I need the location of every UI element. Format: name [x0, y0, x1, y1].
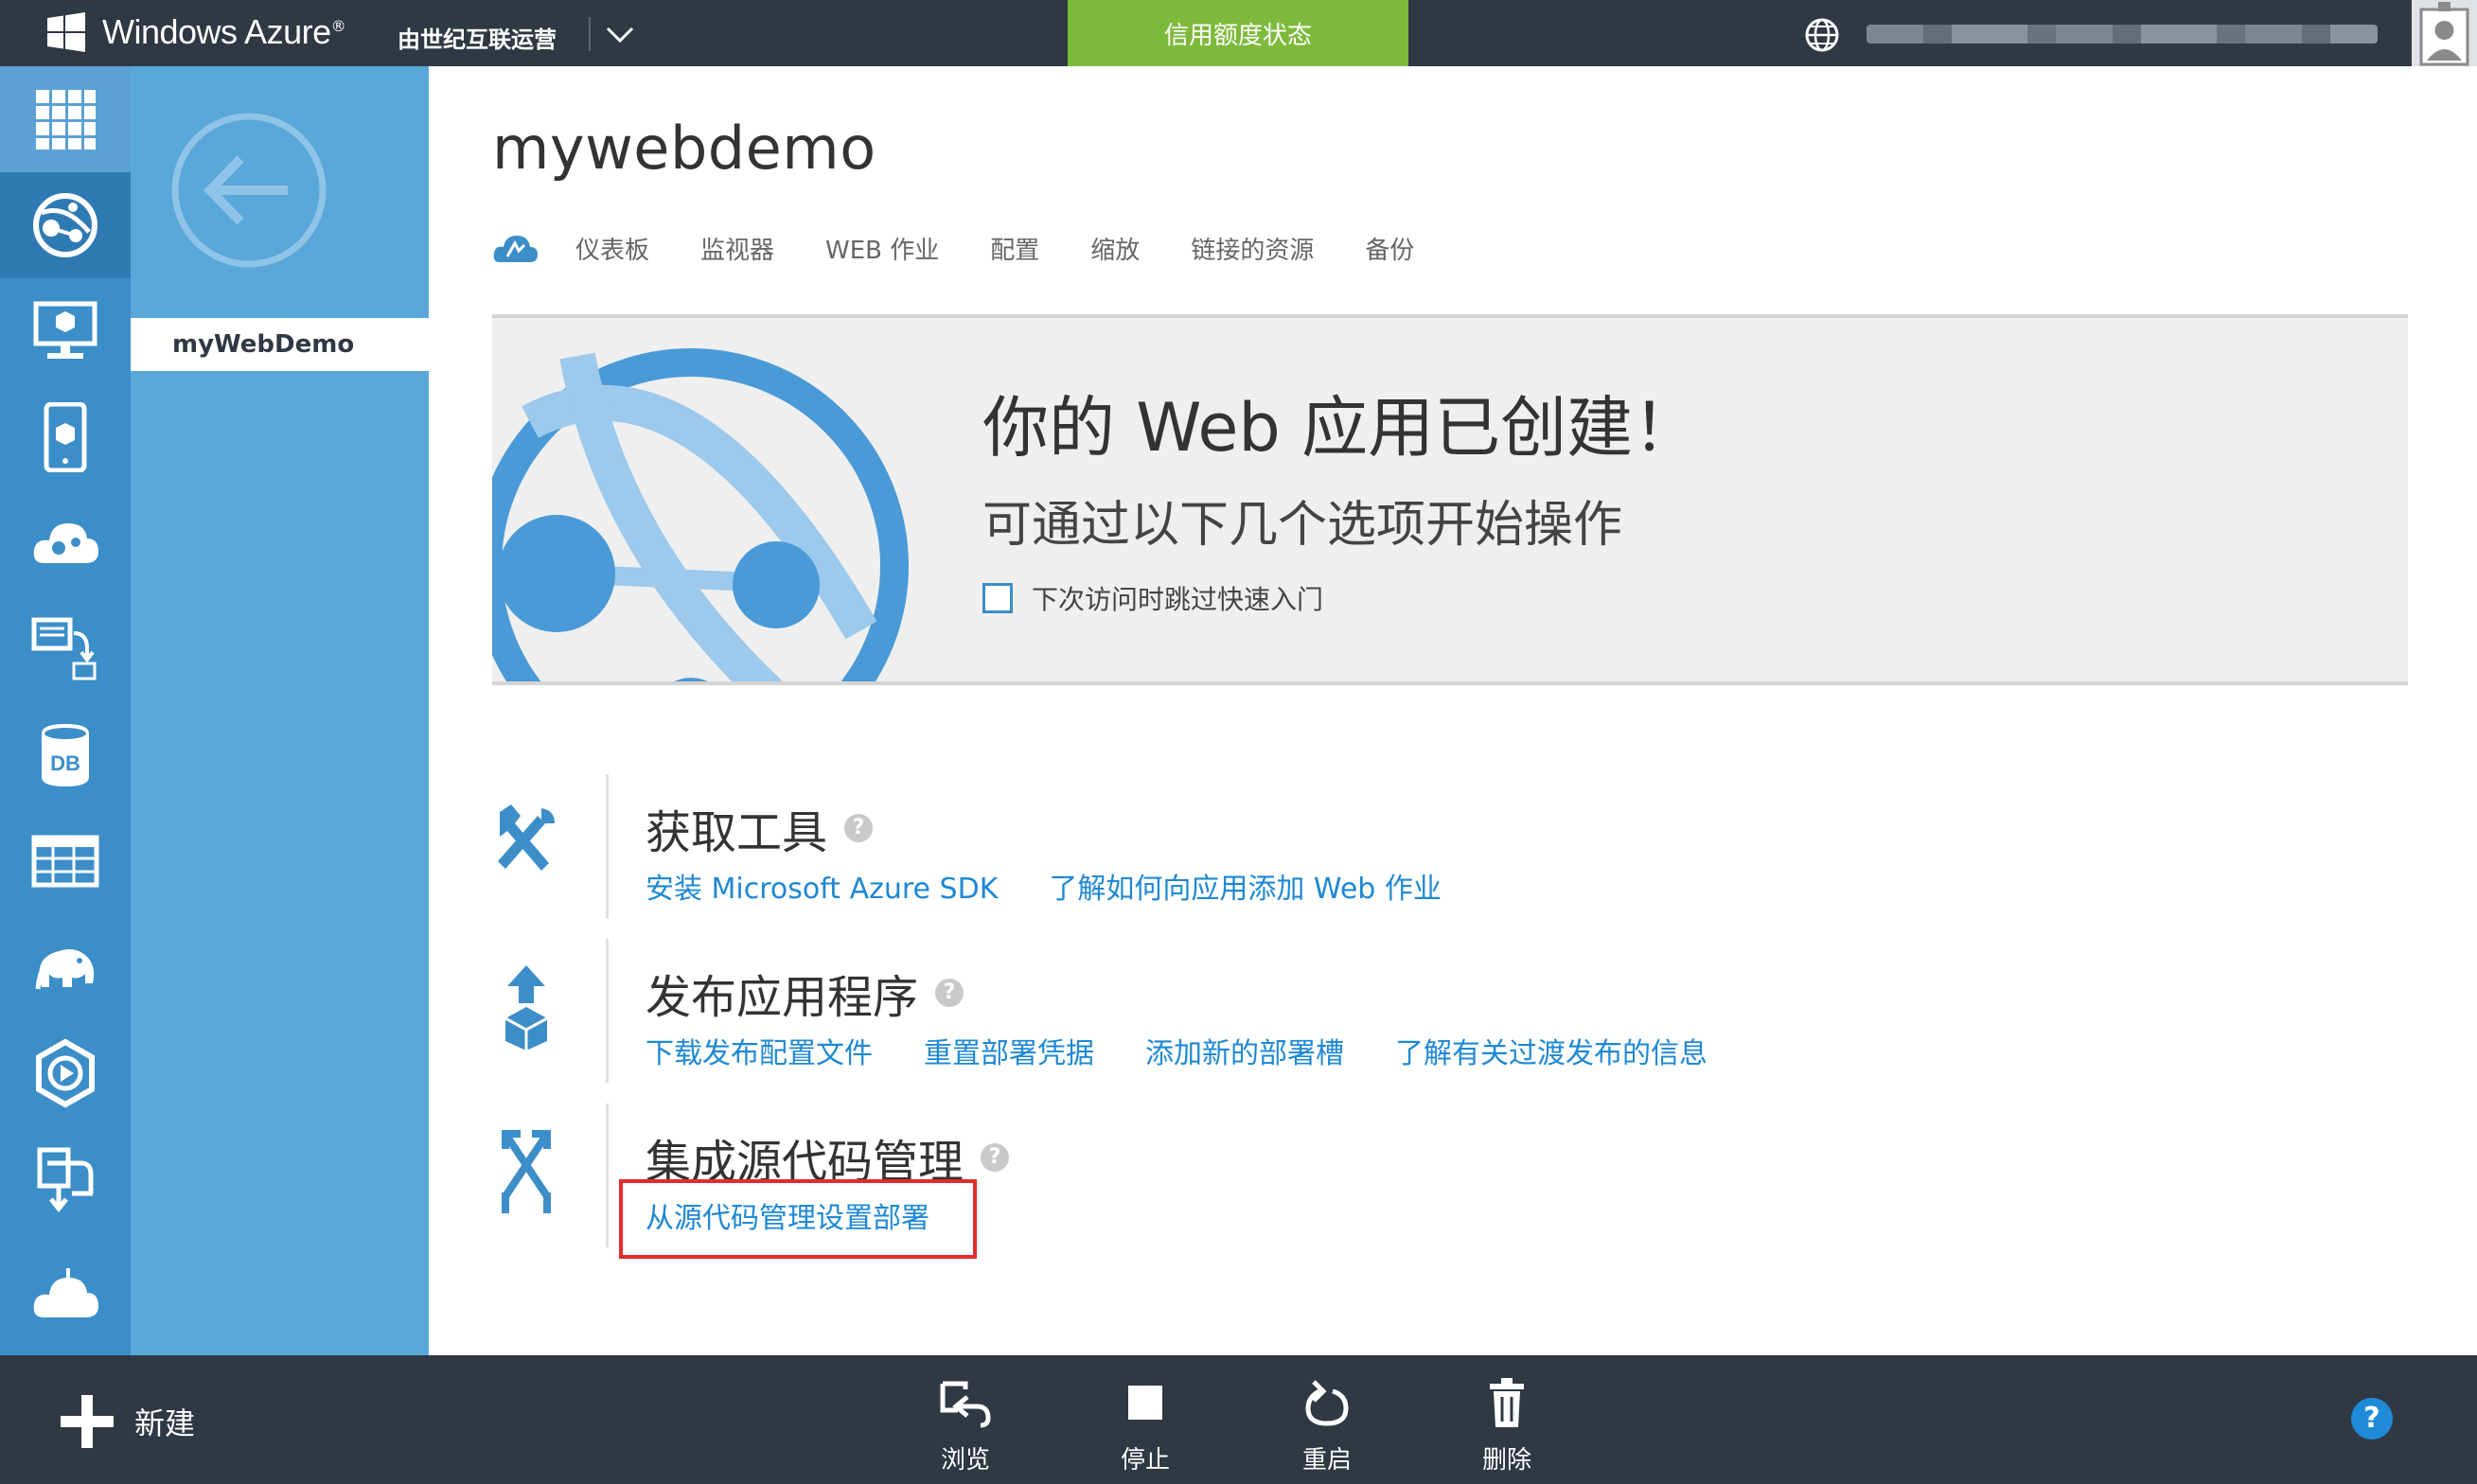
tab-configure[interactable]: 配置 — [990, 231, 1039, 266]
skip-quickstart-label: 下次访问时跳过快速入门 — [1032, 584, 1324, 615]
section-title-text: 发布应用程序 — [646, 971, 919, 1024]
nav-hdinsight[interactable] — [0, 914, 131, 1020]
reset-deployment-credentials-link[interactable]: 重置部署凭据 — [924, 1030, 1094, 1071]
windows-logo-icon — [47, 12, 85, 52]
sql-database-icon: DB — [42, 724, 89, 786]
storage-table-icon — [31, 835, 99, 888]
tab-scale[interactable]: 缩放 — [1090, 231, 1140, 266]
credit-status-button[interactable]: 信用额度状态 — [1068, 0, 1408, 66]
subnav-item-mywebdemo[interactable]: myWebDemo — [131, 318, 429, 371]
section-links: 下载发布配置文件 重置部署凭据 添加新的部署槽 了解有关过渡发布的信息 — [646, 1030, 1759, 1071]
cloud-settings-icon — [33, 1268, 98, 1317]
nav-all-items[interactable] — [0, 66, 131, 172]
tab-linked-resources[interactable]: 链接的资源 — [1191, 231, 1314, 266]
stop-icon — [1128, 1386, 1162, 1420]
command-bar: 新建 浏览 停止 重启 删除 ? — [0, 1355, 2477, 1484]
tools-icon — [498, 804, 555, 871]
help-icon[interactable]: ? — [844, 814, 874, 842]
skip-quickstart-checkbox[interactable] — [982, 583, 1013, 613]
restart-icon — [1305, 1380, 1349, 1426]
new-button[interactable]: 新建 — [59, 1393, 195, 1450]
page-title: mywebdemo — [492, 114, 876, 183]
nav-sql-database[interactable]: DB — [0, 702, 131, 808]
svg-text:DB: DB — [50, 751, 80, 775]
operator-label: 由世纪互联运营 — [398, 26, 557, 53]
browse-icon — [940, 1381, 991, 1428]
download-publish-profile-link[interactable]: 下载发布配置文件 — [646, 1030, 873, 1071]
back-arrow-icon[interactable] — [170, 112, 327, 269]
add-deployment-slot-link[interactable]: 添加新的部署槽 — [1145, 1030, 1344, 1071]
section-get-tools: 获取工具 ? 安装 Microsoft Azure SDK 了解如何向应用添加 … — [492, 774, 2385, 918]
nav-batch[interactable] — [0, 596, 131, 702]
stop-button[interactable]: 停止 — [1088, 1376, 1202, 1475]
windows-azure-logo[interactable]: Windows Azure ® — [45, 11, 346, 53]
section-publish-app: 发布应用程序 ? 下载发布配置文件 重置部署凭据 添加新的部署槽 了解有关过渡发… — [492, 939, 2385, 1083]
help-icon[interactable]: ? — [935, 979, 964, 1007]
avatar[interactable] — [2412, 0, 2477, 66]
batch-jobs-icon — [31, 617, 97, 680]
stop-label: 停止 — [1120, 1446, 1170, 1475]
quickstart-cloud-icon[interactable] — [492, 232, 538, 266]
hdinsight-elephant-icon — [35, 949, 95, 990]
nav-recovery[interactable] — [0, 1126, 131, 1232]
nav-mobile-services[interactable] — [0, 384, 131, 490]
recovery-services-icon — [37, 1147, 94, 1213]
web-app-globe-icon — [492, 348, 909, 681]
nav-media-services[interactable] — [0, 1020, 131, 1126]
section-divider — [606, 1104, 609, 1247]
section-divider — [606, 774, 609, 918]
tab-monitor[interactable]: 监视器 — [700, 231, 774, 266]
hero-subtitle: 可通过以下几个选项开始操作 — [982, 497, 1623, 554]
browse-label: 浏览 — [940, 1446, 990, 1475]
left-nav: DB — [0, 66, 131, 1355]
add-webjob-link[interactable]: 了解如何向应用添加 Web 作业 — [1049, 865, 1441, 907]
section-title: 发布应用程序 ? — [646, 960, 964, 1026]
top-bar: Windows Azure ® 由世纪互联运营 信用额度状态 — [0, 0, 2477, 66]
all-items-grid-icon — [36, 90, 96, 150]
highlight-box — [619, 1179, 977, 1259]
tab-dashboard[interactable]: 仪表板 — [575, 231, 649, 266]
delete-label: 删除 — [1481, 1446, 1531, 1475]
help-button[interactable]: ? — [2351, 1398, 2393, 1440]
help-icon[interactable]: ? — [981, 1143, 1010, 1172]
quickstart-hero: 你的 Web 应用已创建！ 可通过以下几个选项开始操作 下次访问时跳过快速入门 — [492, 314, 2408, 685]
chevron-down-icon[interactable] — [604, 21, 636, 47]
mobile-services-icon — [44, 402, 87, 472]
media-services-icon — [36, 1038, 95, 1108]
section-links: 安装 Microsoft Azure SDK 了解如何向应用添加 Web 作业 — [646, 865, 1493, 907]
tab-webjobs[interactable]: WEB 作业 — [825, 231, 939, 266]
publish-icon — [504, 965, 548, 1051]
web-apps-icon — [33, 193, 97, 257]
source-control-icon — [502, 1130, 551, 1213]
cloud-services-icon — [33, 523, 98, 563]
nav-cloud-services[interactable] — [0, 490, 131, 596]
account-name-redacted[interactable] — [1867, 25, 2378, 44]
browse-button[interactable]: 浏览 — [909, 1376, 1022, 1475]
skip-quickstart-option[interactable]: 下次访问时跳过快速入门 — [982, 579, 1323, 617]
top-divider — [589, 17, 591, 51]
globe-icon[interactable] — [1804, 17, 1840, 53]
new-label: 新建 — [134, 1405, 196, 1441]
restart-button[interactable]: 重启 — [1270, 1376, 1384, 1475]
install-sdk-link[interactable]: 安装 Microsoft Azure SDK — [646, 865, 998, 907]
tab-backups[interactable]: 备份 — [1365, 231, 1414, 266]
nav-web-apps[interactable] — [0, 172, 131, 278]
staged-publishing-info-link[interactable]: 了解有关过渡发布的信息 — [1395, 1030, 1707, 1071]
section-divider — [606, 939, 609, 1083]
nav-storage[interactable] — [0, 808, 131, 914]
delete-button[interactable]: 删除 — [1450, 1376, 1564, 1475]
logo-text: Windows Azure — [102, 12, 331, 51]
nav-virtual-machines[interactable] — [0, 278, 131, 384]
user-avatar-icon — [2419, 2, 2469, 66]
virtual-machines-icon — [33, 301, 97, 359]
restart-label: 重启 — [1301, 1446, 1352, 1475]
nav-cloud-settings[interactable] — [0, 1232, 131, 1355]
hero-title: 你的 Web 应用已创建！ — [982, 389, 1700, 467]
tab-bar: 仪表板 监视器 WEB 作业 配置 缩放 链接的资源 备份 — [492, 231, 1465, 266]
section-title-text: 获取工具 — [646, 806, 828, 859]
plus-icon — [61, 1395, 114, 1448]
section-title: 获取工具 ? — [646, 795, 874, 861]
delete-icon — [1490, 1378, 1524, 1427]
